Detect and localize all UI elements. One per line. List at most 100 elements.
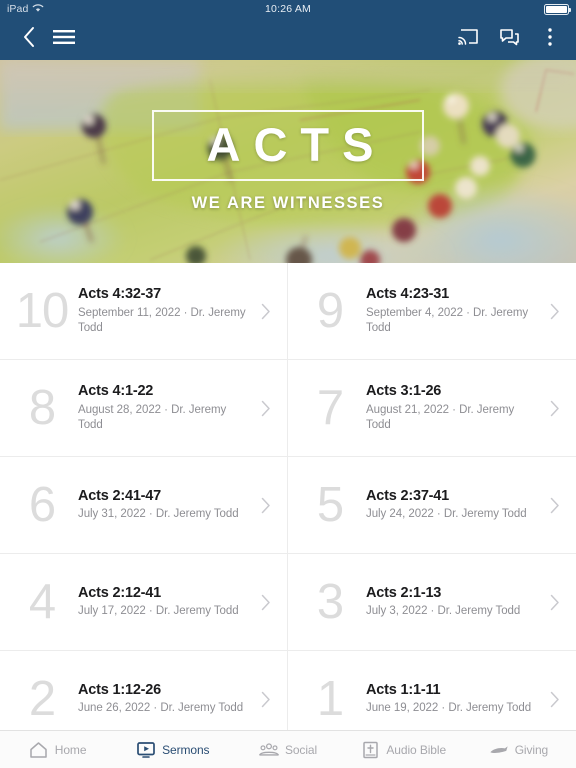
tab-label: Giving — [514, 742, 549, 757]
sermon-number: 5 — [316, 477, 344, 532]
series-subtitle: WE ARE WITNESSES — [191, 194, 385, 212]
sermon-title: Acts 4:1-22 — [78, 382, 154, 399]
people-icon — [259, 740, 279, 760]
hero-title-block: ACTS WE ARE WITNESSES — [0, 60, 576, 263]
sermon-text-block: Acts 2:12-41 July 17, 2022 · Dr. Jeremy T… — [78, 585, 257, 620]
wifi-icon — [32, 3, 44, 16]
sermon-list-item[interactable]: 9 Acts 4:23-31 September 4, 2022 · Dr. Jer… — [288, 263, 576, 360]
tab-label: Sermons — [162, 742, 210, 757]
sermon-list-item[interactable]: 3 Acts 2:1-13 July 3, 2022 · Dr. Jeremy To… — [288, 554, 576, 651]
chevron-right-icon — [546, 400, 564, 417]
chevron-right-icon — [257, 497, 275, 514]
chevron-right-icon — [257, 691, 275, 708]
tab-audio-bible[interactable]: Audio Bible — [346, 731, 461, 768]
menu-button[interactable] — [44, 22, 84, 56]
status-bar: iPad 10:26 AM — [0, 0, 576, 18]
status-bar-left: iPad — [7, 3, 44, 16]
sermon-number: 1 — [316, 671, 344, 726]
sermon-grid: 10 Acts 4:32-37 September 11, 2022 · Dr. J… — [0, 263, 576, 730]
tab-sermons[interactable]: Sermons — [115, 731, 230, 768]
sermon-text-block: Acts 2:41-47 July 31, 2022 · Dr. Jeremy T… — [78, 488, 257, 523]
sermon-meta: July 24, 2022 · Dr. Jeremy Todd — [366, 508, 527, 521]
status-bar-clock: 10:26 AM — [265, 3, 311, 15]
chevron-right-icon — [546, 594, 564, 611]
chevron-right-icon — [546, 303, 564, 320]
navigation-bar — [0, 18, 576, 60]
status-bar-right — [544, 3, 571, 15]
sermon-text-block: Acts 4:32-37 September 11, 2022 · Dr. Jer… — [78, 286, 257, 336]
chevron-right-icon — [257, 400, 275, 417]
sermon-text-block: Acts 3:1-26 August 21, 2022 · Dr. Jeremy … — [366, 383, 546, 433]
sermon-meta: August 21, 2022 · Dr. Jeremy Todd — [366, 403, 515, 431]
bottom-tab-bar: Home Sermons Social Audio Bible Giving — [0, 730, 576, 768]
sermon-number: 10 — [15, 283, 70, 338]
chevron-right-icon — [257, 594, 275, 611]
hamburger-menu-icon — [52, 28, 76, 51]
sermon-list-item[interactable]: 2 Acts 1:12-26 June 26, 2022 · Dr. Jeremy … — [0, 651, 288, 730]
series-hero-banner: ACTS WE ARE WITNESSES — [0, 60, 576, 263]
sermon-list-container[interactable]: 10 Acts 4:32-37 September 11, 2022 · Dr. J… — [0, 263, 576, 730]
sermon-title: Acts 2:1-13 — [366, 584, 442, 601]
sermon-meta: June 19, 2022 · Dr. Jeremy Todd — [366, 702, 532, 715]
overflow-menu-button[interactable] — [538, 26, 562, 52]
sermon-list-item[interactable]: 7 Acts 3:1-26 August 21, 2022 · Dr. Jeremy… — [288, 360, 576, 457]
sermon-number: 6 — [28, 477, 56, 532]
sermon-title: Acts 4:32-37 — [78, 285, 162, 302]
sermon-text-block: Acts 4:1-22 August 28, 2022 · Dr. Jeremy … — [78, 383, 257, 433]
sermon-title: Acts 1:1-11 — [366, 681, 441, 698]
sermon-text-block: Acts 4:23-31 September 4, 2022 · Dr. Jere… — [366, 286, 546, 336]
sermon-meta: July 3, 2022 · Dr. Jeremy Todd — [366, 605, 521, 618]
hand-giving-icon — [489, 740, 509, 760]
sermon-meta: June 26, 2022 · Dr. Jeremy Todd — [78, 702, 244, 715]
tab-label: Social — [284, 742, 318, 757]
tab-home[interactable]: Home — [0, 731, 115, 768]
cast-button[interactable] — [456, 26, 480, 52]
sermon-text-block: Acts 2:37-41 July 24, 2022 · Dr. Jeremy T… — [366, 488, 546, 523]
sermon-meta: July 17, 2022 · Dr. Jeremy Todd — [78, 605, 239, 618]
sermon-number: 4 — [28, 574, 56, 629]
sermon-meta: September 4, 2022 · Dr. Jeremy Todd — [366, 306, 529, 334]
sermon-list-item[interactable]: 8 Acts 4:1-22 August 28, 2022 · Dr. Jeremy… — [0, 360, 288, 457]
sermon-number: 2 — [28, 671, 56, 726]
tab-giving[interactable]: Giving — [461, 731, 576, 768]
sermon-meta: September 11, 2022 · Dr. Jeremy Todd — [78, 306, 246, 334]
sermon-number: 9 — [316, 283, 344, 338]
cast-icon — [457, 28, 479, 51]
navigation-actions — [456, 26, 562, 52]
sermon-list-item[interactable]: 1 Acts 1:1-11 June 19, 2022 · Dr. Jeremy T… — [288, 651, 576, 730]
sermon-number: 3 — [316, 574, 344, 629]
sermon-text-block: Acts 2:1-13 July 3, 2022 · Dr. Jeremy Tod… — [366, 585, 546, 620]
sermon-text-block: Acts 1:1-11 June 19, 2022 · Dr. Jeremy To… — [366, 682, 546, 717]
sermon-title: Acts 2:12-41 — [78, 584, 162, 601]
back-button[interactable] — [14, 22, 44, 56]
sermon-list-item[interactable]: 10 Acts 4:32-37 September 11, 2022 · Dr. J… — [0, 263, 288, 360]
sermon-list-item[interactable]: 6 Acts 2:41-47 July 31, 2022 · Dr. Jeremy … — [0, 457, 288, 554]
sermon-meta: July 31, 2022 · Dr. Jeremy Todd — [78, 508, 239, 521]
bible-book-icon — [360, 740, 380, 760]
more-vertical-icon — [547, 27, 553, 52]
battery-full-icon — [544, 3, 571, 15]
video-icon — [136, 740, 156, 760]
sermon-number: 7 — [316, 380, 344, 435]
series-title: ACTS — [206, 118, 387, 171]
home-icon — [29, 740, 49, 760]
sermon-title: Acts 1:12-26 — [78, 681, 162, 698]
sermon-title: Acts 2:37-41 — [366, 487, 450, 504]
sermon-title: Acts 2:41-47 — [78, 487, 162, 504]
device-name: iPad — [7, 3, 29, 15]
sermon-list-item[interactable]: 4 Acts 2:12-41 July 17, 2022 · Dr. Jeremy … — [0, 554, 288, 651]
sermon-text-block: Acts 1:12-26 June 26, 2022 · Dr. Jeremy T… — [78, 682, 257, 717]
sermon-title: Acts 3:1-26 — [366, 382, 442, 399]
series-title-frame: ACTS — [151, 110, 425, 181]
chat-button[interactable] — [497, 26, 521, 52]
chat-bubbles-icon — [499, 28, 520, 51]
tab-label: Audio Bible — [386, 742, 447, 757]
chevron-right-icon — [257, 303, 275, 320]
app-root: iPad 10:26 AM ACTS WE ARE WITNESSES 10 A… — [0, 0, 576, 768]
sermon-list-item[interactable]: 5 Acts 2:37-41 July 24, 2022 · Dr. Jeremy … — [288, 457, 576, 554]
chevron-right-icon — [546, 691, 564, 708]
tab-social[interactable]: Social — [230, 731, 345, 768]
chevron-right-icon — [546, 497, 564, 514]
sermon-title: Acts 4:23-31 — [366, 285, 450, 302]
sermon-number: 8 — [28, 380, 56, 435]
